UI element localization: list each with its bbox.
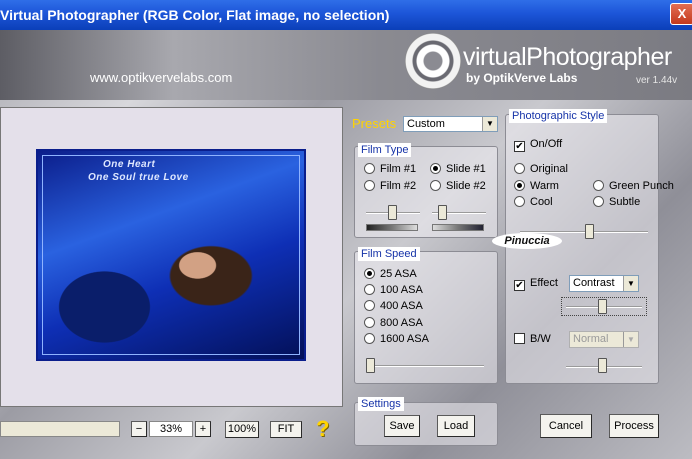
style-label: Subtle (609, 196, 641, 208)
film-type-option-film2[interactable]: Film #2 (364, 180, 416, 193)
logo-ring-icon (405, 33, 461, 89)
radio-slide1[interactable] (430, 163, 441, 174)
radio-slide2[interactable] (430, 180, 441, 191)
film-speed-option-100[interactable]: 100 ASA (364, 284, 423, 297)
cancel-button[interactable]: Cancel (540, 414, 592, 438)
radio-film1[interactable] (364, 163, 375, 174)
film-type-label: Slide #2 (446, 180, 486, 192)
film-speed-option-400[interactable]: 400 ASA (364, 300, 423, 313)
bw-slider-thumb[interactable] (598, 358, 607, 373)
zoom-fit-button[interactable]: FIT (270, 421, 302, 438)
onoff-label: On/Off (530, 138, 563, 150)
bw-label: B/W (530, 333, 551, 345)
film-speed-option-25[interactable]: 25 ASA (364, 268, 417, 281)
zoom-out-button[interactable]: − (131, 421, 147, 437)
style-option-green-punch[interactable]: Green Punch (593, 180, 674, 193)
style-label: Cool (530, 196, 553, 208)
zoom-100-button[interactable]: 100% (225, 421, 259, 438)
bw-checkbox[interactable]: B/W (514, 333, 551, 346)
radio-25-asa[interactable] (364, 268, 375, 279)
chevron-down-icon[interactable]: ▼ (623, 332, 638, 347)
chevron-down-icon[interactable]: ▼ (623, 276, 638, 291)
website-link[interactable]: www.optikvervelabs.com (90, 70, 232, 85)
bw-dropdown[interactable]: Normal ▼ (569, 331, 639, 348)
radio-800-asa[interactable] (364, 317, 375, 328)
style-option-warm[interactable]: Warm (514, 180, 559, 193)
zoom-scroll-strip[interactable] (0, 421, 120, 437)
film-speed-label: 100 ASA (380, 284, 423, 296)
film-speed-label: 25 ASA (380, 268, 417, 280)
zoom-level-field[interactable]: 33% (149, 421, 193, 437)
checkbox-bw[interactable] (514, 333, 525, 344)
bw-selected: Normal (573, 333, 609, 345)
watermark-signature: Pinuccia (492, 233, 562, 249)
radio-1600-asa[interactable] (364, 333, 375, 344)
radio-subtle[interactable] (593, 196, 604, 207)
style-option-subtle[interactable]: Subtle (593, 196, 640, 209)
film-type-gradient1 (366, 224, 418, 231)
effect-checkbox[interactable]: ✔ Effect (514, 277, 558, 291)
window-title: Virtual Photographer (RGB Color, Flat im… (0, 7, 390, 23)
radio-film2[interactable] (364, 180, 375, 191)
checkbox-onoff[interactable]: ✔ (514, 141, 525, 152)
style-label: Warm (530, 180, 559, 192)
close-button[interactable]: X (670, 3, 692, 25)
style-label: Original (530, 163, 568, 175)
logo-subtitle: by OptikVerve Labs (466, 71, 578, 85)
film-speed-option-800[interactable]: 800 ASA (364, 317, 423, 330)
film-type-option-slide2[interactable]: Slide #2 (430, 180, 486, 193)
photo-style-title: Photographic Style (509, 109, 608, 123)
film-speed-slider-thumb[interactable] (366, 358, 375, 373)
style-label: Green Punch (609, 180, 674, 192)
version-label: ver 1.44v (636, 75, 678, 86)
radio-cool[interactable] (514, 196, 525, 207)
photo-caption-line1: One Heart (103, 159, 156, 170)
film-speed-slider-track[interactable] (366, 365, 484, 367)
film-type-label: Film #2 (380, 180, 417, 192)
process-button[interactable]: Process (609, 414, 659, 438)
radio-green-punch[interactable] (593, 180, 604, 191)
film-speed-option-1600[interactable]: 1600 ASA (364, 333, 429, 346)
chevron-down-icon[interactable]: ▼ (482, 117, 497, 131)
effect-label: Effect (530, 277, 558, 289)
radio-original[interactable] (514, 163, 525, 174)
save-button[interactable]: Save (384, 415, 420, 437)
film-type-title: Film Type (358, 143, 412, 157)
logo-text: virtualPhotographer (463, 43, 672, 71)
style-option-original[interactable]: Original (514, 163, 568, 176)
film-speed-label: 800 ASA (380, 317, 423, 329)
load-button[interactable]: Load (437, 415, 475, 437)
photo-border (42, 155, 300, 355)
radio-warm[interactable] (514, 180, 525, 191)
preview-image: One Heart One Soul true Love (36, 149, 306, 361)
film-type-slider1-thumb[interactable] (388, 205, 397, 220)
presets-selected: Custom (407, 118, 445, 130)
zoom-in-button[interactable]: + (195, 421, 211, 437)
radio-100-asa[interactable] (364, 284, 375, 295)
effect-slider-thumb[interactable] (598, 299, 607, 314)
close-icon: X (677, 6, 687, 21)
film-speed-title: Film Speed (358, 247, 420, 261)
style-onoff-checkbox[interactable]: ✔ On/Off (514, 138, 562, 152)
style-option-cool[interactable]: Cool (514, 196, 553, 209)
effect-dropdown[interactable]: Contrast ▼ (569, 275, 639, 292)
presets-label: Presets (352, 116, 397, 131)
style-slider-thumb[interactable] (585, 224, 594, 239)
radio-400-asa[interactable] (364, 300, 375, 311)
film-type-label: Film #1 (380, 163, 417, 175)
film-type-option-slide1[interactable]: Slide #1 (430, 163, 486, 176)
effect-selected: Contrast (573, 277, 615, 289)
film-type-gradient2 (432, 224, 484, 231)
film-speed-label: 400 ASA (380, 300, 423, 312)
film-type-label: Slide #1 (446, 163, 486, 175)
presets-dropdown[interactable]: Custom ▼ (403, 116, 498, 132)
checkbox-effect[interactable]: ✔ (514, 280, 525, 291)
film-speed-label: 1600 ASA (380, 333, 429, 345)
photo-caption-line2: One Soul true Love (88, 172, 189, 183)
film-type-slider2-thumb[interactable] (438, 205, 447, 220)
settings-title: Settings (358, 397, 404, 411)
window-titlebar: Virtual Photographer (RGB Color, Flat im… (0, 0, 692, 30)
help-icon[interactable]: ? (316, 416, 329, 442)
film-type-option-film1[interactable]: Film #1 (364, 163, 416, 176)
